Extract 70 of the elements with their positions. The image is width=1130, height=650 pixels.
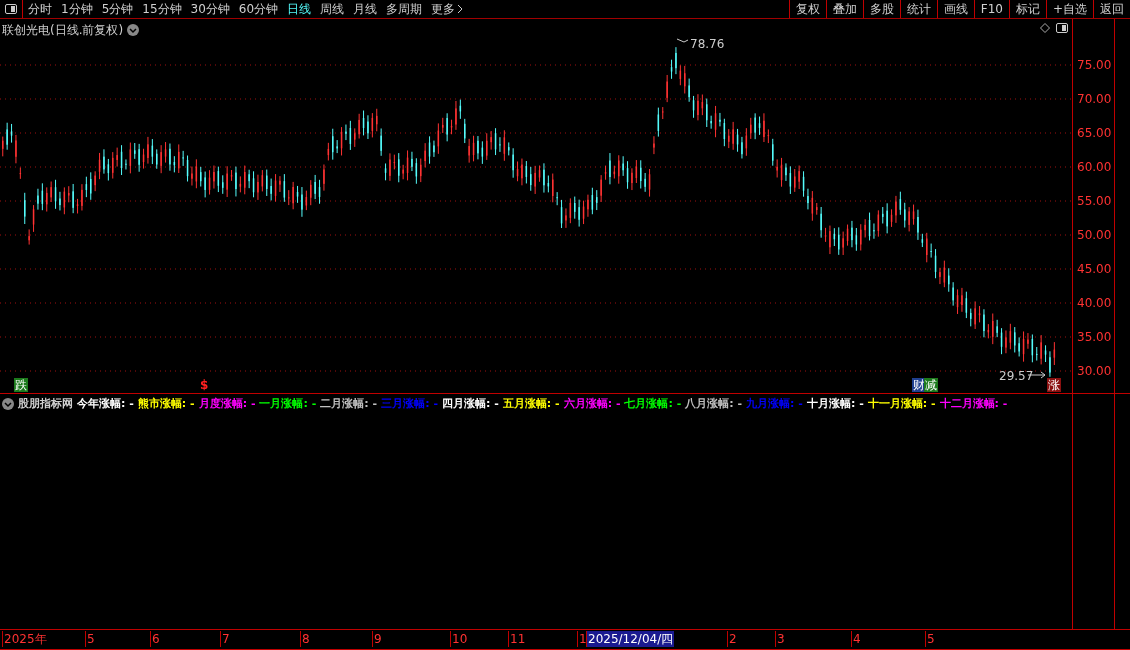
time-axis-label: 8 [300,631,310,647]
price-axis-label: 65.00 [1077,126,1112,140]
signal-marker: 涨 [1047,378,1061,392]
signal-marker: 减 [924,378,938,392]
indicator-value: 三月涨幅: - [381,396,438,412]
price-axis-label: 40.00 [1077,296,1112,310]
more-button[interactable]: 更多 [431,0,464,18]
price-axis-label: 30.00 [1077,364,1112,378]
period-tab[interactable]: 日线 [287,0,312,18]
toolbar-button[interactable]: 复权 [788,0,826,18]
toolbar-button[interactable]: +自选 [1045,0,1093,18]
time-axis-label: 10 [450,631,468,647]
price-axis-label: 75.00 [1077,58,1112,72]
indicator-value: 熊市涨幅: - [137,396,195,412]
toolbar-button[interactable]: F10 [973,0,1009,18]
toolbar-button[interactable]: 标记 [1008,0,1046,18]
chevron-down-icon[interactable] [127,24,140,36]
period-tab[interactable]: 15分钟 [142,0,182,18]
time-axis-label: 5 [85,631,95,647]
indicator-value: 二月涨幅: - [320,396,378,412]
toolbar-button[interactable]: 画线 [936,0,974,18]
indicator-value: 十一月涨幅: - [867,396,936,412]
time-axis-label: 4 [851,631,861,647]
price-axis-label: 35.00 [1077,330,1112,344]
diamond-icon[interactable] [1040,23,1050,33]
time-axis-label: 11 [508,631,526,647]
low-price-label: 29.57 [999,369,1034,383]
indicator-value: 十月涨幅: - [806,396,864,412]
toolbar-button[interactable]: 多股 [862,0,900,18]
indicator-value: 九月涨幅: - [746,396,803,412]
chevron-down-icon[interactable] [2,398,14,411]
time-axis-label: 2 [727,631,737,647]
signal-marker: $ [200,378,209,392]
price-axis-label: 50.00 [1077,228,1112,242]
indicator-value: 今年涨幅: - [77,396,134,412]
time-axis-label: 7 [220,631,230,647]
period-tab[interactable]: 60分钟 [238,0,279,18]
indicator-value: 月度涨幅: - [198,396,256,412]
period-tab[interactable]: 多周期 [386,0,423,18]
indicator-value: 十二月涨幅: - [939,396,1008,412]
indicator-value: 四月涨幅: - [441,396,499,412]
time-axis-label: 2025年 [2,631,47,647]
toolbar-button[interactable]: 叠加 [825,0,863,18]
period-tab[interactable]: 分时 [28,0,52,18]
signal-marker: 跌 [14,378,28,392]
chevron-right-icon [457,4,464,14]
price-axis-label: 60.00 [1077,160,1112,174]
price-axis-label: 55.00 [1077,194,1112,208]
indicator-value: 六月涨幅: - [563,396,621,412]
time-axis-label: 6 [150,631,160,647]
price-axis-label: 70.00 [1077,92,1112,106]
period-tab[interactable]: 1分钟 [61,0,93,18]
price-axis-label: 45.00 [1077,262,1112,276]
indicator-title: 股朋指标网 [18,396,73,412]
time-axis-label: 3 [775,631,785,647]
time-axis-label: 9 [372,631,382,647]
high-price-label: 78.76 [690,37,725,51]
time-axis-label: 2025/12/04/四 [586,631,675,647]
indicator-value: 七月涨幅: - [624,396,682,412]
toolbar-button[interactable]: 统计 [899,0,937,18]
indicator-value: 八月涨幅: - [685,396,743,412]
period-tab[interactable]: 月线 [353,0,378,18]
period-tab[interactable]: 5分钟 [101,0,134,18]
period-tab[interactable]: 30分钟 [190,0,230,18]
chart-title: 联创光电(日线.前复权) [2,22,124,39]
period-tab[interactable]: 周线 [320,0,345,18]
time-axis-label: 5 [925,631,935,647]
indicator-value: 一月涨幅: - [259,396,317,412]
indicator-value: 五月涨幅: - [502,396,560,412]
toolbar-button[interactable]: 返回 [1093,0,1130,18]
